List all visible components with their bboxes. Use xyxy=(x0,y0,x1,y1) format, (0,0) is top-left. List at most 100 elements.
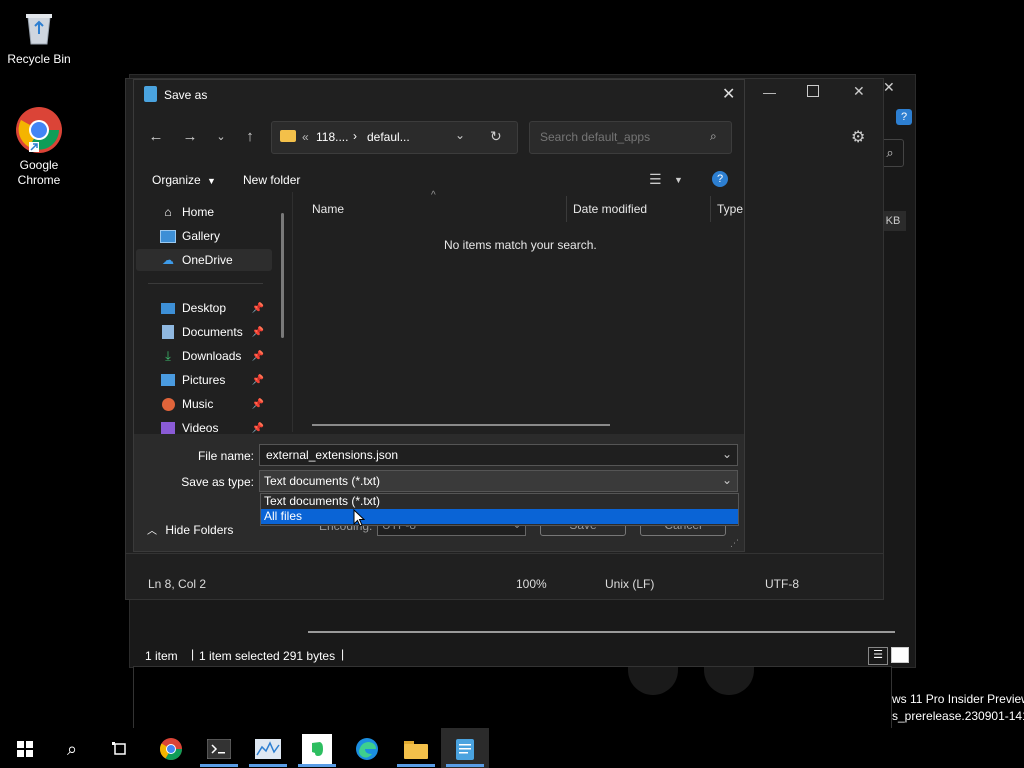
nav-item-gallery[interactable]: Gallery xyxy=(136,225,272,247)
close-icon[interactable]: ✕ xyxy=(883,79,895,96)
sort-ascending-icon: ^ xyxy=(431,190,436,201)
pictures-icon xyxy=(160,372,176,388)
maximize-icon[interactable] xyxy=(807,85,819,97)
hide-folders-button[interactable]: ︿ Hide Folders xyxy=(147,522,233,537)
home-icon: ⌂ xyxy=(164,205,172,219)
nav-item-home[interactable]: ⌂ Home xyxy=(136,201,272,223)
nav-item-desktop[interactable]: Desktop 📌 xyxy=(136,297,272,319)
organize-label: Organize xyxy=(152,173,201,187)
nav-label: Music xyxy=(182,397,214,411)
column-header-name[interactable]: Name xyxy=(312,202,344,216)
google-chrome-desktop-icon[interactable]: Google Chrome xyxy=(1,106,77,188)
cursor-position: Ln 8, Col 2 xyxy=(148,577,207,591)
address-bar[interactable]: « 118.... › defaul... ⌄ ↻ xyxy=(271,121,518,154)
chrome-icon xyxy=(15,106,63,154)
new-folder-button[interactable]: New folder xyxy=(243,173,300,187)
file-explorer-icon[interactable] xyxy=(401,734,431,764)
nav-label: Documents xyxy=(182,325,243,339)
recycle-bin-label: Recycle Bin xyxy=(7,52,71,66)
column-header-type[interactable]: Type xyxy=(717,202,743,216)
chevron-down-icon[interactable]: ⌄ xyxy=(722,473,732,487)
settings-gear-icon[interactable]: ⚙ xyxy=(851,127,865,147)
apple-icon[interactable] xyxy=(704,667,754,695)
windows-start-icon[interactable] xyxy=(10,734,40,764)
nav-label: Gallery xyxy=(182,229,221,243)
search-box[interactable]: ⌕ xyxy=(529,121,732,154)
pin-icon[interactable]: 📌 xyxy=(252,423,264,434)
task-view-icon[interactable] xyxy=(105,734,135,764)
zoom-level: 100% xyxy=(516,577,547,591)
nav-item-pictures[interactable]: Pictures 📌 xyxy=(136,369,272,391)
nav-item-music[interactable]: Music 📌 xyxy=(136,393,272,415)
file-name-label: File name: xyxy=(197,449,254,463)
breadcrumb-overflow[interactable]: « xyxy=(302,130,309,144)
up-arrow-icon[interactable]: ↑ xyxy=(236,122,264,150)
chrome-taskbar-icon[interactable] xyxy=(156,734,186,764)
file-list-scrollbar[interactable] xyxy=(312,424,610,426)
empty-message: No items match your search. xyxy=(444,238,597,252)
nav-label: Desktop xyxy=(182,301,227,315)
google-icon[interactable] xyxy=(628,667,678,695)
recent-locations-chevron-icon[interactable]: ⌄ xyxy=(207,122,235,150)
view-options-icon[interactable]: ☰ xyxy=(649,171,662,188)
help-icon[interactable]: ? xyxy=(896,109,912,125)
search-icon[interactable]: ⌕ xyxy=(57,734,87,764)
folder-icon xyxy=(280,130,296,142)
refresh-icon[interactable]: ↻ xyxy=(490,128,502,145)
nav-item-downloads[interactable]: ⤓ Downloads 📌 xyxy=(136,345,272,367)
resource-monitor-icon[interactable] xyxy=(253,734,283,764)
help-icon[interactable]: ? xyxy=(712,171,728,187)
watermark-line2: s_prerelease.230901-1416 xyxy=(892,709,1024,723)
evernote-icon[interactable] xyxy=(302,734,332,764)
forward-arrow-icon[interactable]: → xyxy=(176,122,204,150)
save-as-type-dropdown-list[interactable]: Text documents (*.txt) All files xyxy=(260,493,739,526)
pin-icon[interactable]: 📌 xyxy=(252,399,264,410)
close-icon[interactable]: ✕ xyxy=(853,83,865,100)
nav-label: Home xyxy=(182,205,215,219)
chevron-down-icon: ▼ xyxy=(207,176,216,186)
chevron-down-icon[interactable]: ⌄ xyxy=(722,447,732,461)
pin-icon[interactable]: 📌 xyxy=(252,303,264,314)
save-as-dialog[interactable]: Save as ✕ ← → ⌄ ↑ « 118.... › defaul... … xyxy=(133,79,745,552)
terminal-icon[interactable] xyxy=(204,734,234,764)
notepad-taskbar-icon[interactable] xyxy=(450,734,480,764)
pin-icon[interactable]: 📌 xyxy=(252,327,264,338)
pin-icon[interactable]: 📌 xyxy=(252,375,264,386)
address-dropdown-chevron-icon[interactable]: ⌄ xyxy=(455,128,465,142)
hide-folders-label: Hide Folders xyxy=(165,523,234,537)
chrome-label-line2: Chrome xyxy=(17,173,61,187)
horizontal-scrollbar[interactable] xyxy=(308,631,895,633)
type-option-selected[interactable]: All files xyxy=(261,509,738,524)
details-view-icon[interactable]: ☰ xyxy=(868,647,888,665)
edge-icon[interactable] xyxy=(352,734,382,764)
organize-button[interactable]: Organize ▼ xyxy=(152,173,216,187)
view-chevron-down-icon[interactable]: ▼ xyxy=(674,175,683,185)
search-icon: ⌕ xyxy=(710,129,717,143)
nav-item-documents[interactable]: Documents 📌 xyxy=(136,321,272,343)
save-as-type-select[interactable]: Text documents (*.txt) ⌄ xyxy=(259,470,738,492)
nav-pane-scrollbar[interactable] xyxy=(281,213,284,338)
breadcrumb-segment[interactable]: defaul... xyxy=(367,130,410,144)
status-separator: | xyxy=(341,647,345,661)
breadcrumb-segment[interactable]: 118.... xyxy=(316,130,348,144)
search-input[interactable] xyxy=(538,129,707,145)
resize-grip-icon[interactable]: ⋰ xyxy=(730,538,739,549)
tiles-view-icon[interactable] xyxy=(891,647,909,663)
nav-label: Videos xyxy=(182,421,219,435)
status-selected: 1 item selected 291 bytes xyxy=(199,649,336,663)
column-header-date-modified[interactable]: Date modified xyxy=(573,202,647,216)
file-name-value: external_extensions.json xyxy=(266,448,399,462)
minimize-icon[interactable]: — xyxy=(763,85,776,100)
recycle-bin-icon xyxy=(19,8,59,48)
back-arrow-icon[interactable]: ← xyxy=(142,122,170,150)
nav-item-onedrive[interactable]: ☁ OneDrive xyxy=(136,249,272,271)
type-option[interactable]: Text documents (*.txt) xyxy=(261,494,738,509)
documents-icon xyxy=(160,324,176,340)
close-icon[interactable]: ✕ xyxy=(722,84,735,104)
encoding-status: UTF-8 xyxy=(765,577,799,591)
pin-icon[interactable]: 📌 xyxy=(252,351,264,362)
recycle-bin-desktop-icon[interactable]: Recycle Bin xyxy=(1,8,77,67)
nav-label: OneDrive xyxy=(182,253,233,267)
file-name-input[interactable]: external_extensions.json ⌄ xyxy=(259,444,738,466)
music-icon xyxy=(160,396,176,412)
